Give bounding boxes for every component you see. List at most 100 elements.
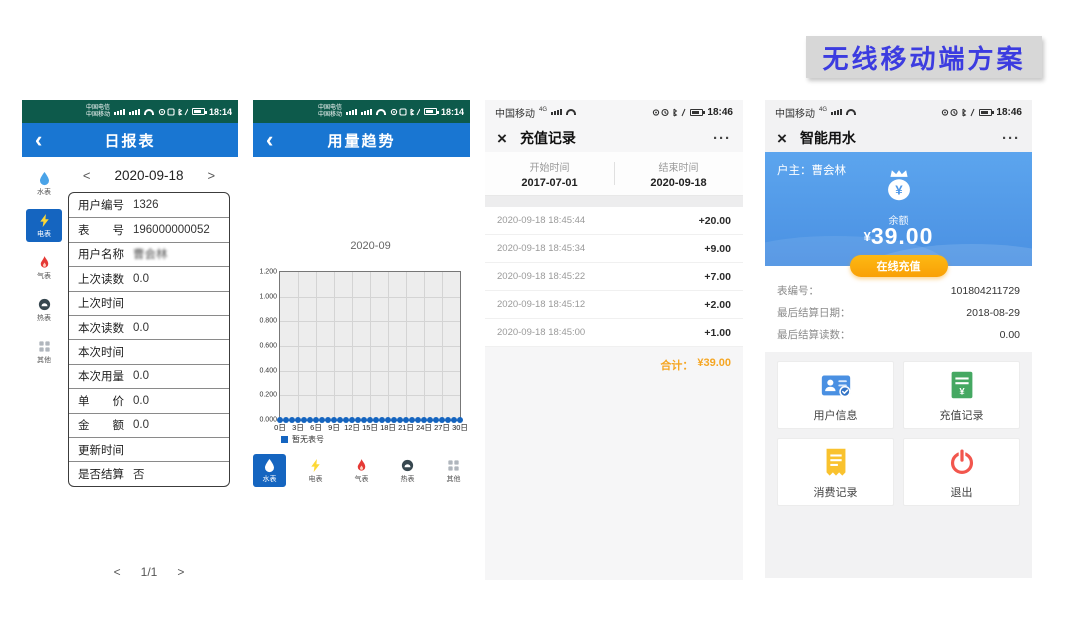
sidebar-item-heat-meter[interactable]: 热表 bbox=[26, 293, 62, 326]
sidebar-item-label: 热表 bbox=[26, 313, 62, 323]
status-misc-icons bbox=[158, 108, 188, 116]
network-type: 4G bbox=[539, 107, 547, 113]
form-row-value: 196000000052 bbox=[133, 224, 210, 236]
sidebar-item-gas-meter[interactable]: 气表 bbox=[26, 251, 62, 284]
record-time: 2020-09-18 18:45:22 bbox=[497, 271, 585, 282]
water-drop-icon bbox=[262, 458, 277, 473]
tab-other[interactable]: 其他 bbox=[437, 454, 470, 487]
menu-user-info[interactable]: 用户信息 bbox=[777, 361, 894, 429]
v-gridline bbox=[352, 272, 353, 420]
back-button[interactable]: ‹ bbox=[266, 129, 273, 151]
menu-exit[interactable]: 退出 bbox=[903, 438, 1020, 506]
close-button[interactable]: × bbox=[497, 130, 507, 147]
info-value: 101804211729 bbox=[951, 285, 1020, 297]
tab-label: 热表 bbox=[391, 474, 424, 484]
grid-icon bbox=[446, 458, 461, 473]
chart-plot: 1.2001.0000.8000.6000.4000.2000.0000日3日6… bbox=[279, 271, 461, 421]
carrier-labels: 中国电信 中国移动 bbox=[318, 105, 342, 119]
form-row-label: 本次时间 bbox=[78, 344, 124, 360]
close-button[interactable]: × bbox=[777, 130, 787, 147]
form-row: 单 价0.0 bbox=[69, 388, 229, 412]
page-indicator: 1/1 bbox=[141, 565, 158, 579]
record-amount: +1.00 bbox=[704, 327, 731, 339]
grid-icon bbox=[37, 339, 52, 354]
x-axis-tick-label: 30日 bbox=[452, 422, 468, 433]
form-row: 用户编号1326 bbox=[69, 193, 229, 217]
v-gridline bbox=[406, 272, 407, 420]
info-row: 最后结算日期： 2018-08-29 bbox=[777, 305, 1020, 320]
info-row: 最后结算读数：0.00 bbox=[777, 327, 1020, 342]
money-bag-icon: ¥ bbox=[880, 166, 918, 209]
tab-electric-meter[interactable]: 电表 bbox=[299, 454, 332, 487]
tab-heat-meter[interactable]: 热表 bbox=[391, 454, 424, 487]
status-bar: 中国电信 中国移动 18:14 bbox=[22, 100, 238, 123]
chart-dot bbox=[457, 417, 463, 423]
v-gridline bbox=[388, 272, 389, 420]
tab-gas-meter[interactable]: 气表 bbox=[345, 454, 378, 487]
status-misc-icons bbox=[941, 108, 975, 117]
form-row-value: 1326 bbox=[133, 199, 159, 211]
form-row-value: 0.0 bbox=[133, 370, 149, 382]
menu-consumption-records[interactable]: 消费记录 bbox=[777, 438, 894, 506]
report-main: < 2020-09-18 > 用户编号1326 表 号196000000052 … bbox=[66, 157, 238, 580]
info-value: 2018-08-29 bbox=[966, 307, 1020, 319]
next-day-button[interactable]: > bbox=[208, 168, 216, 183]
online-recharge-button[interactable]: 在线充值 bbox=[850, 255, 948, 277]
end-date-label: 结束时间 bbox=[659, 159, 699, 174]
chart-title: 2020-09 bbox=[253, 240, 470, 252]
form-row-label: 更新时间 bbox=[78, 442, 124, 458]
consume-receipt-icon bbox=[819, 445, 853, 479]
next-page-button[interactable]: > bbox=[177, 565, 184, 579]
x-axis-tick-label: 18日 bbox=[380, 422, 396, 433]
x-axis-tick-label: 6日 bbox=[310, 422, 322, 433]
page-title: 日报表 bbox=[104, 130, 155, 151]
meter-type-sidebar: 水表 电表 气表 热表 其他 bbox=[22, 157, 66, 580]
sidebar-item-other[interactable]: 其他 bbox=[26, 335, 62, 368]
record-list: 2020-09-18 18:45:44+20.00 2020-09-18 18:… bbox=[485, 207, 743, 347]
carrier-label: 中国移动 bbox=[495, 105, 535, 120]
sidebar-item-electric-meter[interactable]: 电表 bbox=[26, 209, 62, 242]
date-navigator: < 2020-09-18 > bbox=[68, 168, 230, 183]
heat-meter-icon bbox=[37, 297, 52, 312]
tab-label: 电表 bbox=[299, 474, 332, 484]
signal-bars-icon bbox=[129, 109, 140, 115]
menu-recharge-records[interactable]: ¥ 充值记录 bbox=[903, 361, 1020, 429]
record-row: 2020-09-18 18:45:44+20.00 bbox=[485, 207, 743, 235]
record-row: 2020-09-18 18:45:12+2.00 bbox=[485, 291, 743, 319]
y-axis-tick-label: 1.200 bbox=[259, 269, 277, 276]
prev-day-button[interactable]: < bbox=[83, 168, 91, 183]
record-row: 2020-09-18 18:45:22+7.00 bbox=[485, 263, 743, 291]
form-row-label: 本次读数 bbox=[78, 320, 124, 336]
slide-title-banner: 无线移动端方案 bbox=[806, 36, 1042, 78]
end-date-picker[interactable]: 结束时间 2020-09-18 bbox=[614, 152, 743, 195]
v-gridline bbox=[298, 272, 299, 420]
more-menu-button[interactable]: ··· bbox=[713, 130, 731, 147]
start-date-label: 开始时间 bbox=[530, 159, 570, 174]
selected-date[interactable]: 2020-09-18 bbox=[114, 168, 183, 183]
carrier-labels: 中国电信 中国移动 bbox=[86, 105, 110, 119]
tab-label: 其他 bbox=[437, 474, 470, 484]
x-axis-tick-label: 15日 bbox=[362, 422, 378, 433]
start-date-picker[interactable]: 开始时间 2017-07-01 bbox=[485, 152, 614, 195]
tab-water-meter[interactable]: 水表 bbox=[253, 454, 286, 487]
svg-text:¥: ¥ bbox=[959, 386, 965, 397]
wifi-icon bbox=[376, 109, 386, 115]
wifi-icon bbox=[144, 109, 154, 115]
form-row-value: 0.0 bbox=[133, 273, 149, 285]
phone-smart-water: 中国移动 4G 18:46 × 智能用水 ··· bbox=[765, 100, 1032, 578]
info-label: 最后结算日期： bbox=[777, 305, 851, 320]
sidebar-item-water-meter[interactable]: 水表 bbox=[26, 167, 62, 200]
user-info-card-icon bbox=[819, 368, 853, 402]
back-button[interactable]: ‹ bbox=[35, 129, 42, 151]
form-row-value: 曹会林 bbox=[133, 246, 168, 262]
prev-page-button[interactable]: < bbox=[114, 565, 121, 579]
info-row: 表编号：101804211729 bbox=[777, 283, 1020, 298]
form-row: 用户名称曹会林 bbox=[69, 242, 229, 266]
battery-icon bbox=[979, 109, 992, 116]
form-row-label: 上次读数 bbox=[78, 271, 124, 287]
menu-label: 充值记录 bbox=[940, 407, 984, 423]
more-menu-button[interactable]: ··· bbox=[1002, 130, 1020, 147]
owner-label: 户主： bbox=[777, 162, 812, 178]
v-gridline bbox=[334, 272, 335, 420]
carrier-1: 中国电信 bbox=[86, 105, 110, 112]
